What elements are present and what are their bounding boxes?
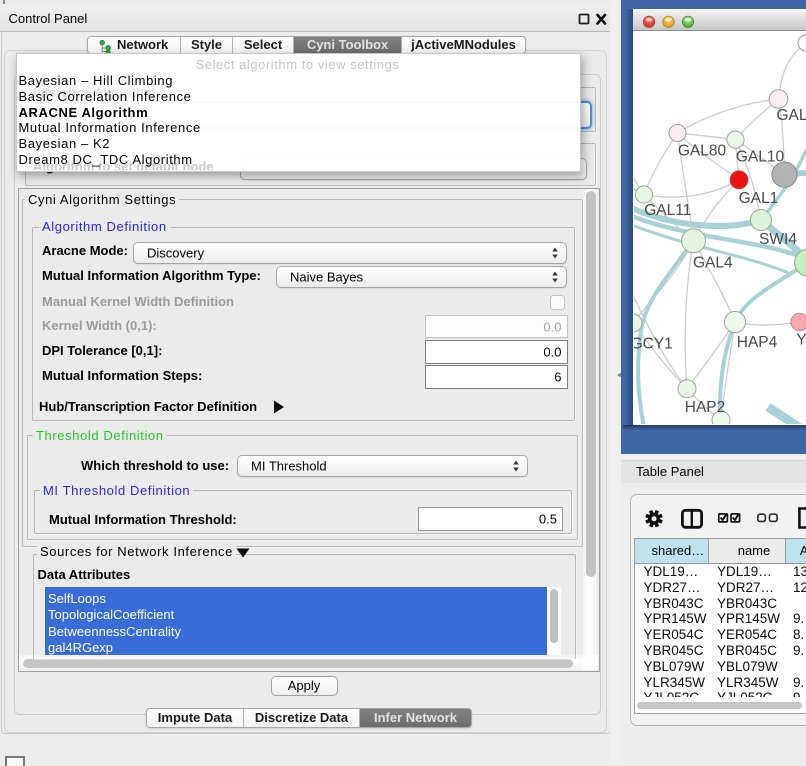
svg-text:GAL80: GAL80 bbox=[678, 143, 727, 160]
svg-text:GAL4: GAL4 bbox=[693, 255, 733, 272]
svg-text:GAL: GAL bbox=[776, 107, 806, 124]
svg-text:GAL10: GAL10 bbox=[736, 149, 785, 166]
svg-text:HAP2: HAP2 bbox=[685, 399, 726, 416]
svg-text:Y: Y bbox=[796, 332, 806, 349]
svg-text:GAL1: GAL1 bbox=[739, 190, 779, 207]
svg-text:HAP4: HAP4 bbox=[737, 334, 778, 351]
svg-text:GAL11: GAL11 bbox=[644, 202, 691, 219]
svg-text:GCY1: GCY1 bbox=[634, 336, 673, 353]
svg-text:SWI4: SWI4 bbox=[759, 231, 797, 248]
